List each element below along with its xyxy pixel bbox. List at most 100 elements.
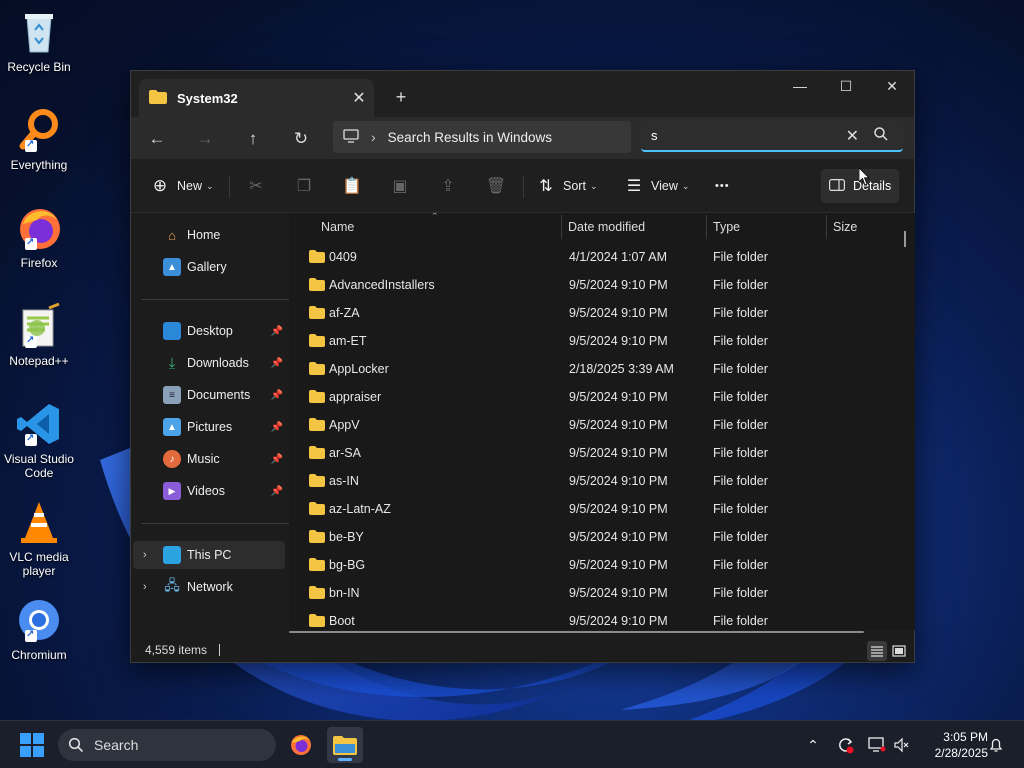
- sidebar-item-home[interactable]: ⌂ Home: [141, 221, 285, 249]
- notification-bell-icon[interactable]: [986, 735, 1006, 755]
- tiles-view-toggle[interactable]: [889, 641, 909, 661]
- plus-circle-icon: ⊕: [152, 176, 168, 195]
- file-type: File folder: [713, 306, 768, 320]
- table-row[interactable]: af-ZA 9/5/2024 9:10 PM File folder: [289, 299, 889, 327]
- tab-close-button[interactable]: ✕: [348, 87, 370, 109]
- share-button[interactable]: ⇪: [437, 173, 459, 199]
- table-row[interactable]: as-IN 9/5/2024 9:10 PM File folder: [289, 467, 889, 495]
- sidebar-item-documents[interactable]: ≡ Documents 📌: [141, 381, 285, 409]
- folder-icon: [309, 390, 325, 403]
- up-button[interactable]: ↑: [239, 125, 267, 153]
- table-row[interactable]: ar-SA 9/5/2024 9:10 PM File folder: [289, 439, 889, 467]
- forward-button[interactable]: →: [191, 125, 219, 153]
- table-row[interactable]: am-ET 9/5/2024 9:10 PM File folder: [289, 327, 889, 355]
- shortcut-arrow-icon: [25, 236, 37, 250]
- cut-button[interactable]: ✂: [245, 173, 267, 199]
- folder-icon: [309, 278, 325, 291]
- sidebar-item-music[interactable]: ♪ Music 📌: [141, 445, 285, 473]
- table-row[interactable]: 0409 4/1/2024 1:07 AM File folder: [289, 243, 889, 271]
- details-view-toggle[interactable]: [867, 641, 887, 661]
- view-button[interactable]: ☰ View ⌄: [623, 173, 690, 199]
- close-button[interactable]: ✕: [869, 71, 915, 101]
- file-type: File folder: [713, 362, 768, 376]
- sidebar-item-gallery[interactable]: ▲ Gallery: [141, 253, 285, 281]
- search-field[interactable]: ✕: [641, 120, 903, 152]
- new-button[interactable]: ⊕ New ⌄: [149, 173, 214, 199]
- copy-button[interactable]: ❐: [293, 173, 315, 199]
- table-row[interactable]: AppLocker 2/18/2025 3:39 AM File folder: [289, 355, 889, 383]
- rename-button[interactable]: ▣: [389, 173, 411, 199]
- tab-system32[interactable]: System32 ✕: [139, 79, 374, 117]
- pin-icon[interactable]: 📌: [271, 454, 283, 465]
- desktop-icon-notepadpp[interactable]: Notepad++: [2, 302, 76, 368]
- desktop-icon-vlc[interactable]: VLC media player: [2, 498, 76, 578]
- search-icon[interactable]: [873, 126, 893, 146]
- file-name: Boot: [329, 614, 355, 628]
- details-view-icon: [871, 646, 883, 657]
- table-row[interactable]: AppV 9/5/2024 9:10 PM File folder: [289, 411, 889, 439]
- back-button[interactable]: ←: [143, 125, 171, 153]
- new-tab-button[interactable]: +: [389, 85, 413, 109]
- sidebar-item-pictures[interactable]: ▲ Pictures 📌: [141, 413, 285, 441]
- desktop-icon-firefox[interactable]: Firefox: [2, 204, 76, 270]
- search-input[interactable]: [651, 127, 831, 143]
- navigation-bar: ← → ↑ ↻ › Search Results in Windows ✕: [131, 117, 914, 159]
- table-row[interactable]: bg-BG 9/5/2024 9:10 PM File folder: [289, 551, 889, 579]
- breadcrumb-chevron-icon[interactable]: ›: [371, 129, 376, 145]
- delete-button[interactable]: 🗑: [485, 173, 507, 199]
- paste-button[interactable]: 📋: [341, 173, 363, 199]
- expand-chevron-icon[interactable]: ›: [143, 549, 147, 561]
- minimize-button[interactable]: —: [777, 71, 823, 101]
- pin-icon[interactable]: 📌: [271, 422, 283, 433]
- column-header-date[interactable]: Date modified: [562, 213, 706, 241]
- sidebar-item-videos[interactable]: ▶ Videos 📌: [141, 477, 285, 505]
- sort-arrows-icon: ⇅: [539, 178, 553, 195]
- pin-icon[interactable]: 📌: [271, 326, 283, 337]
- column-header-name[interactable]: Name: [315, 213, 561, 241]
- table-row[interactable]: bn-IN 9/5/2024 9:10 PM File folder: [289, 579, 889, 607]
- taskbar-firefox[interactable]: [283, 727, 319, 763]
- desktop-icon-chromium[interactable]: Chromium: [2, 596, 76, 662]
- taskbar-search[interactable]: Search: [58, 729, 276, 761]
- horizontal-scrollbar[interactable]: [289, 631, 864, 633]
- taskbar-file-explorer[interactable]: [327, 727, 363, 763]
- desktop-icon-everything[interactable]: Everything: [2, 106, 76, 172]
- sidebar-item-network[interactable]: › 🖧 Network: [133, 573, 285, 601]
- start-button[interactable]: [20, 733, 44, 757]
- sync-alert-icon[interactable]: [836, 735, 856, 755]
- taskbar-search-label: Search: [94, 737, 139, 753]
- folder-icon: [309, 362, 325, 375]
- expand-chevron-icon[interactable]: ›: [143, 581, 147, 593]
- file-name: az-Latn-AZ: [329, 502, 391, 516]
- refresh-button[interactable]: ↻: [287, 125, 315, 153]
- address-bar[interactable]: › Search Results in Windows: [333, 121, 631, 153]
- display-icon[interactable]: [867, 735, 887, 755]
- table-row[interactable]: az-Latn-AZ 9/5/2024 9:10 PM File folder: [289, 495, 889, 523]
- sidebar-item-this-pc[interactable]: › This PC: [133, 541, 285, 569]
- file-date: 9/5/2024 9:10 PM: [569, 558, 668, 572]
- table-row[interactable]: Boot 9/5/2024 9:10 PM File folder: [289, 607, 889, 630]
- see-more-button[interactable]: •••: [715, 173, 730, 199]
- sort-button[interactable]: ⇅ Sort ⌄: [535, 173, 597, 199]
- folder-icon: [309, 306, 325, 319]
- desktop-icon-vscode[interactable]: Visual Studio Code: [2, 400, 76, 480]
- search-clear-icon[interactable]: ✕: [846, 126, 859, 146]
- folder-icon: [309, 558, 325, 571]
- show-hidden-icons-chevron-icon[interactable]: ⌃: [803, 735, 823, 755]
- table-row[interactable]: AdvancedInstallers 9/5/2024 9:10 PM File f…: [289, 271, 889, 299]
- pin-icon[interactable]: 📌: [271, 390, 283, 401]
- system-clock[interactable]: 3:05 PM 2/28/2025: [918, 729, 988, 761]
- volume-muted-icon[interactable]: [892, 735, 912, 755]
- pin-icon[interactable]: 📌: [271, 358, 283, 369]
- table-row[interactable]: appraiser 9/5/2024 9:10 PM File folder: [289, 383, 889, 411]
- maximize-button[interactable]: ☐: [823, 71, 869, 101]
- breadcrumb-path[interactable]: Search Results in Windows: [388, 130, 552, 145]
- column-header-type[interactable]: Type: [707, 213, 826, 241]
- column-header-size[interactable]: Size: [827, 213, 907, 241]
- table-row[interactable]: be-BY 9/5/2024 9:10 PM File folder: [289, 523, 889, 551]
- sidebar-item-desktop[interactable]: Desktop 📌: [141, 317, 285, 345]
- desktop-icon-recycle-bin[interactable]: Recycle Bin: [2, 8, 76, 74]
- pin-icon[interactable]: 📌: [271, 486, 283, 497]
- vertical-scrollbar-thumb[interactable]: [904, 231, 906, 247]
- sidebar-item-downloads[interactable]: ⤓ Downloads 📌: [141, 349, 285, 377]
